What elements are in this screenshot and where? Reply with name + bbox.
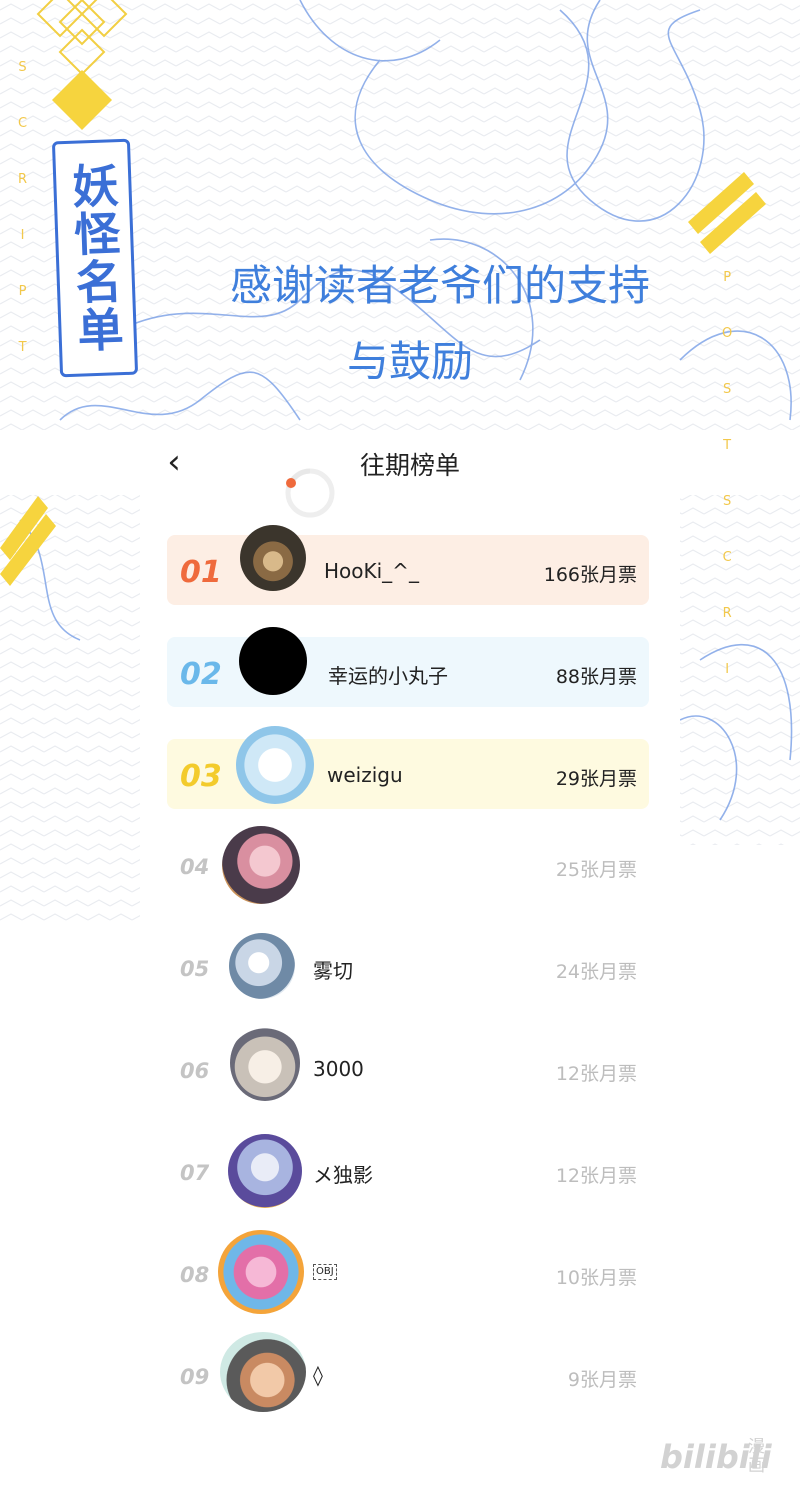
side-letter: C bbox=[18, 116, 28, 131]
side-letters-left: S C R I P T bbox=[18, 40, 27, 376]
user-avatar[interactable] bbox=[228, 1134, 302, 1208]
nav-bar: ‹ 往期榜单 bbox=[140, 440, 680, 484]
user-name: メ独影 bbox=[313, 1163, 373, 1187]
side-letter: C bbox=[722, 550, 732, 565]
side-letter: I bbox=[725, 662, 730, 677]
vote-count: 88张月票 bbox=[555, 666, 637, 688]
headline-line-1: 感谢读者老爷们的支持 bbox=[229, 261, 650, 310]
user-avatar[interactable] bbox=[236, 726, 314, 804]
user-name: ◊ bbox=[313, 1363, 323, 1387]
rank-number: 03 bbox=[180, 759, 222, 794]
headline-line-2: 与鼓励 bbox=[346, 337, 473, 386]
vote-count: 24张月票 bbox=[555, 961, 637, 983]
user-name: OBJ bbox=[313, 1264, 337, 1280]
side-letter: R bbox=[722, 606, 732, 621]
vote-count: 9张月票 bbox=[567, 1369, 637, 1391]
user-avatar[interactable] bbox=[218, 1230, 304, 1314]
side-letter: S bbox=[722, 494, 732, 509]
rank-number: 01 bbox=[180, 555, 222, 590]
page-title: 往期榜单 bbox=[359, 451, 460, 480]
vote-count: 25张月票 bbox=[555, 859, 637, 881]
user-avatar[interactable] bbox=[222, 826, 300, 904]
watermark-sub: 漫画 bbox=[748, 1437, 765, 1476]
side-letter: R bbox=[18, 172, 28, 187]
vote-count: 10张月票 bbox=[555, 1267, 637, 1289]
rank-number: 02 bbox=[180, 657, 222, 692]
vote-count: 166张月票 bbox=[543, 564, 637, 586]
user-avatar[interactable] bbox=[220, 1332, 306, 1412]
user-avatar[interactable] bbox=[229, 933, 295, 999]
user-name: 3000 bbox=[313, 1057, 364, 1081]
user-name: 幸运的小丸子 bbox=[328, 664, 448, 688]
user-name: HooKi_^_ bbox=[324, 559, 419, 583]
user-avatar[interactable] bbox=[239, 627, 307, 695]
user-avatar[interactable] bbox=[240, 525, 306, 591]
user-name: weizigu bbox=[327, 763, 403, 787]
loading-spinner-icon bbox=[285, 468, 335, 518]
side-letter: S bbox=[18, 60, 27, 75]
user-name: 雾切 bbox=[313, 959, 353, 983]
vote-count: 12张月票 bbox=[555, 1165, 637, 1187]
user-avatar[interactable] bbox=[230, 1025, 300, 1101]
vote-count: 12张月票 bbox=[555, 1063, 637, 1085]
side-letters-right: P O S T S C R I bbox=[722, 250, 732, 698]
vote-count: 29张月票 bbox=[555, 768, 637, 790]
side-letter: T bbox=[723, 438, 732, 453]
